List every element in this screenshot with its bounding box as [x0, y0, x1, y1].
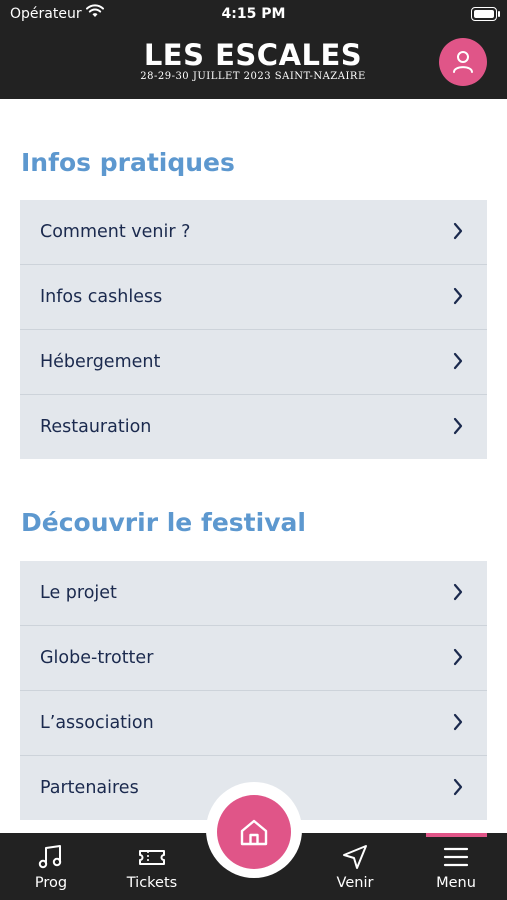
home-icon: [240, 819, 268, 846]
section-title-decouvrir-festival: Découvrir le festival: [21, 508, 306, 537]
chevron-right-icon: [453, 287, 463, 305]
battery-icon: [471, 7, 500, 21]
music-note-icon: [38, 845, 62, 869]
list-item-label: Le projet: [40, 583, 117, 603]
list-item[interactable]: Restauration: [20, 395, 487, 459]
list-item-label: Globe-trotter: [40, 648, 154, 668]
list-item[interactable]: Hébergement: [20, 330, 487, 395]
tab-prog[interactable]: Prog: [11, 833, 91, 900]
tab-label: Menu: [436, 875, 476, 891]
list-item-label: Hébergement: [40, 352, 161, 372]
tab-venir[interactable]: Venir: [315, 833, 395, 900]
list-item-label: Infos cashless: [40, 287, 163, 307]
chevron-right-icon: [453, 778, 463, 796]
list-item-label: Partenaires: [40, 778, 139, 798]
profile-button[interactable]: [439, 38, 487, 86]
chevron-right-icon: [453, 713, 463, 731]
chevron-right-icon: [453, 583, 463, 601]
list-item-label: Comment venir ?: [40, 222, 191, 242]
logo-subtitle: 28-29-30 JUILLET 2023 SAINT-NAZAIRE: [140, 71, 366, 82]
list-item[interactable]: Comment venir ?: [20, 200, 487, 265]
list-item[interactable]: Globe-trotter: [20, 626, 487, 691]
section-title-infos-pratiques: Infos pratiques: [21, 148, 235, 177]
user-icon: [453, 51, 473, 73]
hamburger-menu-icon: [443, 847, 469, 867]
list-item[interactable]: L’association: [20, 691, 487, 756]
home-button[interactable]: [217, 795, 291, 869]
logo-title: LES ESCALES: [143, 38, 363, 72]
navigation-arrow-icon: [343, 845, 367, 869]
status-bar: Opérateur 4:15 PM: [0, 0, 507, 28]
chevron-right-icon: [453, 648, 463, 666]
tab-tickets[interactable]: Tickets: [112, 833, 192, 900]
list-item-label: Restauration: [40, 417, 152, 437]
chevron-right-icon: [453, 417, 463, 435]
tab-label: Prog: [34, 875, 68, 891]
tab-label: Venir: [336, 875, 374, 891]
chevron-right-icon: [453, 222, 463, 240]
tab-menu[interactable]: Menu: [416, 833, 496, 900]
ticket-icon: [139, 850, 165, 865]
chevron-right-icon: [453, 352, 463, 370]
list-item[interactable]: Le projet: [20, 561, 487, 626]
app-header: Opérateur 4:15 PM LES ESCALES 28-29-30 J…: [0, 0, 507, 99]
list-item[interactable]: Infos cashless: [20, 265, 487, 330]
infos-pratiques-list: Comment venir ? Infos cashless Hébergeme…: [20, 200, 487, 459]
status-time: 4:15 PM: [221, 6, 286, 22]
festival-logo: LES ESCALES 28-29-30 JUILLET 2023 SAINT-…: [128, 40, 378, 82]
list-item-label: L’association: [40, 713, 154, 733]
tab-label: Tickets: [126, 875, 178, 891]
